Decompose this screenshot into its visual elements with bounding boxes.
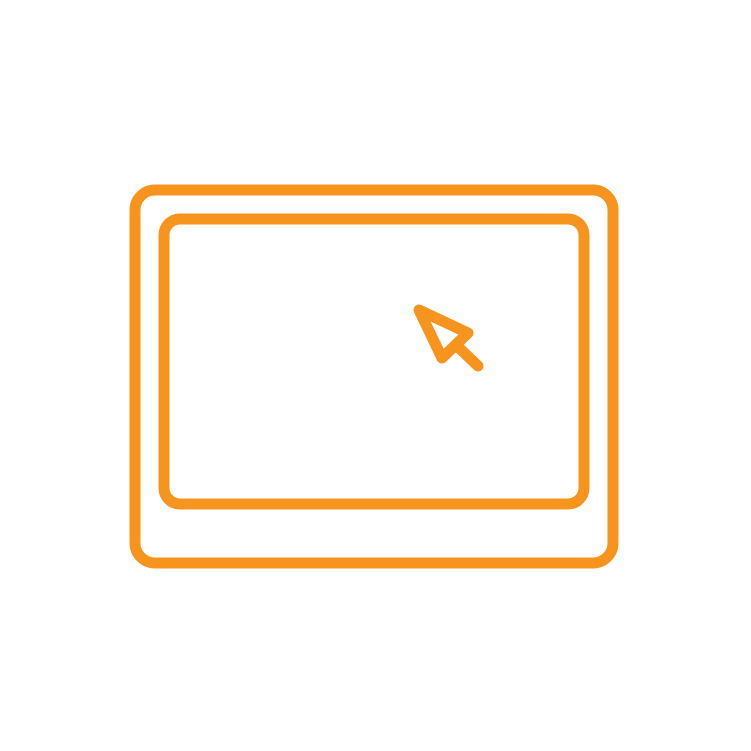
tablet-screen-outline <box>158 213 590 510</box>
cursor-arrow-tail <box>450 339 484 372</box>
icon-canvas <box>0 0 751 751</box>
cursor-arrow-icon <box>413 304 484 372</box>
tablet-with-cursor-icon <box>129 184 619 569</box>
